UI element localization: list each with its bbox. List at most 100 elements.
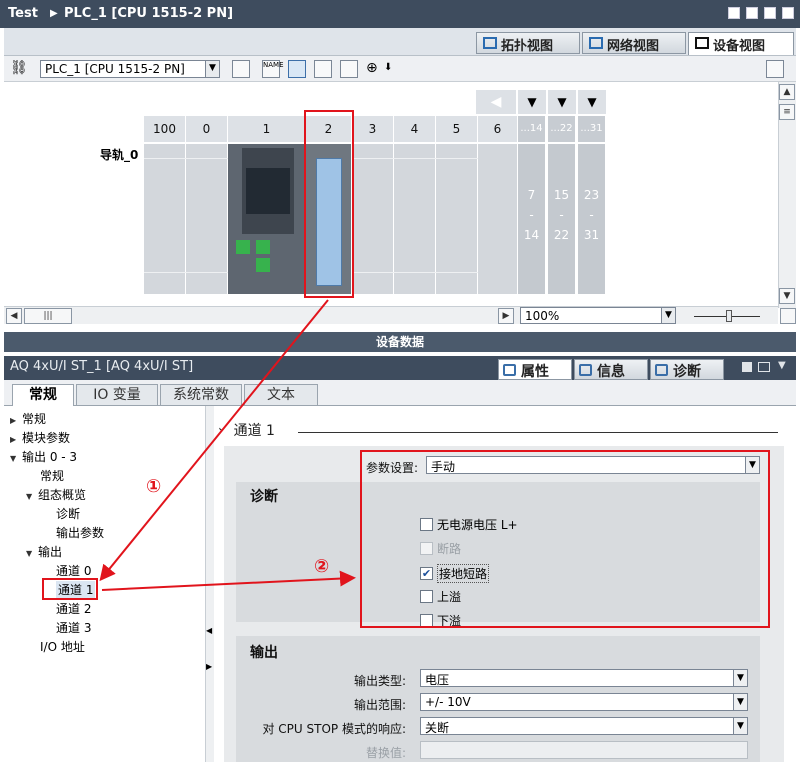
device-properties-icon[interactable]: ⛓ — [10, 60, 28, 78]
download-icon[interactable]: ⬇ — [384, 60, 402, 78]
show-hide-icon[interactable] — [288, 60, 306, 78]
scroll-left-icon[interactable]: ◀ — [476, 90, 516, 114]
zoom-slider-handle[interactable] — [726, 310, 732, 322]
output-group-title: 输出 — [250, 645, 278, 661]
restore-icon[interactable] — [746, 7, 758, 19]
expand-slot-icon[interactable]: ▼ — [578, 90, 606, 114]
chevron-down-icon[interactable]: ▼ — [733, 670, 747, 686]
device-select[interactable]: PLC_1 [CPU 1515-2 PN] ▼ — [40, 60, 220, 78]
scroll-right-icon[interactable]: ▶ — [498, 308, 514, 324]
nav-item[interactable]: ▼ 输出 — [26, 543, 62, 560]
nav-item[interactable]: 常规 — [40, 467, 64, 484]
tab-properties[interactable]: 属性 — [498, 359, 572, 380]
tab-general[interactable]: 常规 — [12, 384, 74, 406]
device-canvas[interactable]: ◀ ▼ ▼ ▼ 100 0 1 2 3 4 5 6 ...14 ...22 ..… — [4, 82, 778, 308]
cpu-module[interactable] — [228, 144, 306, 294]
slot-group-7-14[interactable]: 7 - 14 — [518, 144, 546, 294]
title-bar: Test ▶ PLC_1 [CPU 1515-2 PN] — [0, 0, 800, 28]
nav-item[interactable]: 通道 2 — [56, 600, 91, 617]
slot-group-15-22[interactable]: 15 - 22 — [548, 144, 576, 294]
diagnostics-highlight — [360, 450, 770, 628]
scroll-thumb[interactable]: ≡ — [779, 104, 795, 120]
slot-2-highlight — [304, 110, 354, 298]
tab-device-view[interactable]: 设备视图 — [688, 32, 794, 55]
slot-group-23-31[interactable]: 23 - 31 — [578, 144, 606, 294]
output-type-label: 输出类型: — [353, 674, 406, 688]
section-heading: › 通道 1 — [218, 420, 778, 440]
tab-system-constants[interactable]: 系统常数 — [160, 384, 242, 406]
topology-icon — [483, 37, 497, 49]
overview-panel-icon[interactable] — [766, 60, 784, 78]
zoom-icon[interactable]: ⊕ — [366, 60, 384, 78]
scroll-up-icon[interactable]: ▲ — [779, 84, 795, 100]
scroll-down-icon[interactable]: ▼ — [779, 288, 795, 304]
expand-arrow-icon[interactable]: ▶ — [10, 435, 22, 444]
close-icon[interactable] — [782, 7, 794, 19]
collapse-arrow-icon[interactable]: ▼ — [10, 454, 22, 463]
device-icon — [695, 37, 709, 49]
expand-arrow-icon[interactable]: ▶ — [10, 416, 22, 425]
expand-slot-icon[interactable]: ▼ — [518, 90, 546, 114]
chevron-down-icon[interactable]: ▼ — [778, 360, 786, 371]
cpu-stop-select[interactable]: 关断 ▼ — [420, 717, 748, 735]
nav-item[interactable]: I/O 地址 — [40, 638, 85, 655]
chevron-down-icon[interactable]: ▼ — [733, 718, 747, 734]
slot-header: 5 — [436, 116, 478, 142]
maximize-icon[interactable] — [764, 7, 776, 19]
nav-item[interactable]: ▶ 模块参数 — [10, 429, 70, 446]
device-data-bar[interactable]: 设备数据 — [4, 332, 796, 352]
tab-topology-view[interactable]: 拓扑视图 — [476, 32, 580, 54]
module-title: AQ 4xU/I ST_1 [AQ 4xU/I ST] — [10, 359, 194, 374]
nav-item[interactable]: 输出参数 — [56, 524, 104, 541]
scroll-left-icon[interactable]: ◀ — [6, 308, 22, 324]
chevron-right-icon[interactable]: › — [218, 423, 224, 439]
output-type-select[interactable]: 电压 ▼ — [420, 669, 748, 687]
nav-item[interactable]: ▼ 输出 0 - 3 — [10, 448, 77, 465]
expand-panel-icon[interactable] — [780, 308, 796, 324]
panel-splitter[interactable]: ◀ ▶ — [206, 406, 214, 762]
canvas-horizontal-scrollbar[interactable]: ◀ ||| ▶ 100% ▼ — [4, 306, 796, 324]
canvas-vertical-scrollbar[interactable]: ▲ ≡ ▼ — [778, 82, 796, 308]
chevron-down-icon[interactable]: ▼ — [733, 694, 747, 710]
nav-item[interactable]: 通道 3 — [56, 619, 91, 636]
tab-texts[interactable]: 文本 — [244, 384, 318, 406]
tab-network-view[interactable]: 网络视图 — [582, 32, 686, 54]
chevron-down-icon[interactable]: ▼ — [205, 61, 219, 77]
properties-icon — [503, 364, 516, 376]
collapse-left-icon[interactable]: ◀ — [206, 626, 212, 635]
ethernet-port-icon — [256, 240, 270, 254]
slot-header: 6 — [478, 116, 518, 142]
nav-item[interactable]: ▼ 组态概览 — [26, 486, 86, 503]
chevron-down-icon[interactable]: ▼ — [661, 308, 675, 323]
layout-icon[interactable] — [758, 362, 770, 372]
collapse-arrow-icon[interactable]: ▼ — [26, 549, 38, 558]
collapse-arrow-icon[interactable]: ▼ — [26, 492, 38, 501]
expand-slot-icon[interactable]: ▼ — [548, 90, 576, 114]
ethernet-port-icon — [256, 258, 270, 272]
restore-icon[interactable] — [742, 362, 752, 372]
inspector-title-bar: AQ 4xU/I ST_1 [AQ 4xU/I ST] 属性 信息 诊断 ▼ — [4, 356, 796, 380]
output-group: 输出 输出类型: 电压 ▼ 输出范围: +/- 10V ▼ 对 CPU STOP… — [236, 636, 760, 762]
expand-right-icon[interactable]: ▶ — [206, 662, 212, 671]
slot-6[interactable] — [478, 144, 518, 294]
nav-item[interactable]: 通道 0 — [56, 562, 91, 579]
output-range-select[interactable]: +/- 10V ▼ — [420, 693, 748, 711]
panel-icon[interactable] — [340, 60, 358, 78]
tab-diagnostics[interactable]: 诊断 — [650, 359, 724, 380]
slot-header: 3 — [352, 116, 394, 142]
substitute-value-input — [420, 741, 748, 759]
name-icon[interactable]: NAME — [262, 60, 284, 78]
nav-item[interactable]: 诊断 — [56, 505, 80, 522]
rail-line — [352, 272, 478, 273]
zoom-select[interactable]: 100% ▼ — [520, 307, 676, 324]
network-overview-icon[interactable] — [232, 60, 250, 78]
grid-icon[interactable] — [314, 60, 332, 78]
slot-header: 0 — [186, 116, 228, 142]
nav-item[interactable]: ▶ 常规 — [10, 410, 46, 427]
tab-io-tags[interactable]: IO 变量 — [76, 384, 158, 406]
rail-label: 导轨_0 — [100, 148, 139, 162]
tab-info[interactable]: 信息 — [574, 359, 648, 380]
scroll-thumb[interactable]: ||| — [24, 308, 72, 324]
minimize-icon[interactable] — [728, 7, 740, 19]
nav-channel1-highlight — [42, 578, 98, 600]
